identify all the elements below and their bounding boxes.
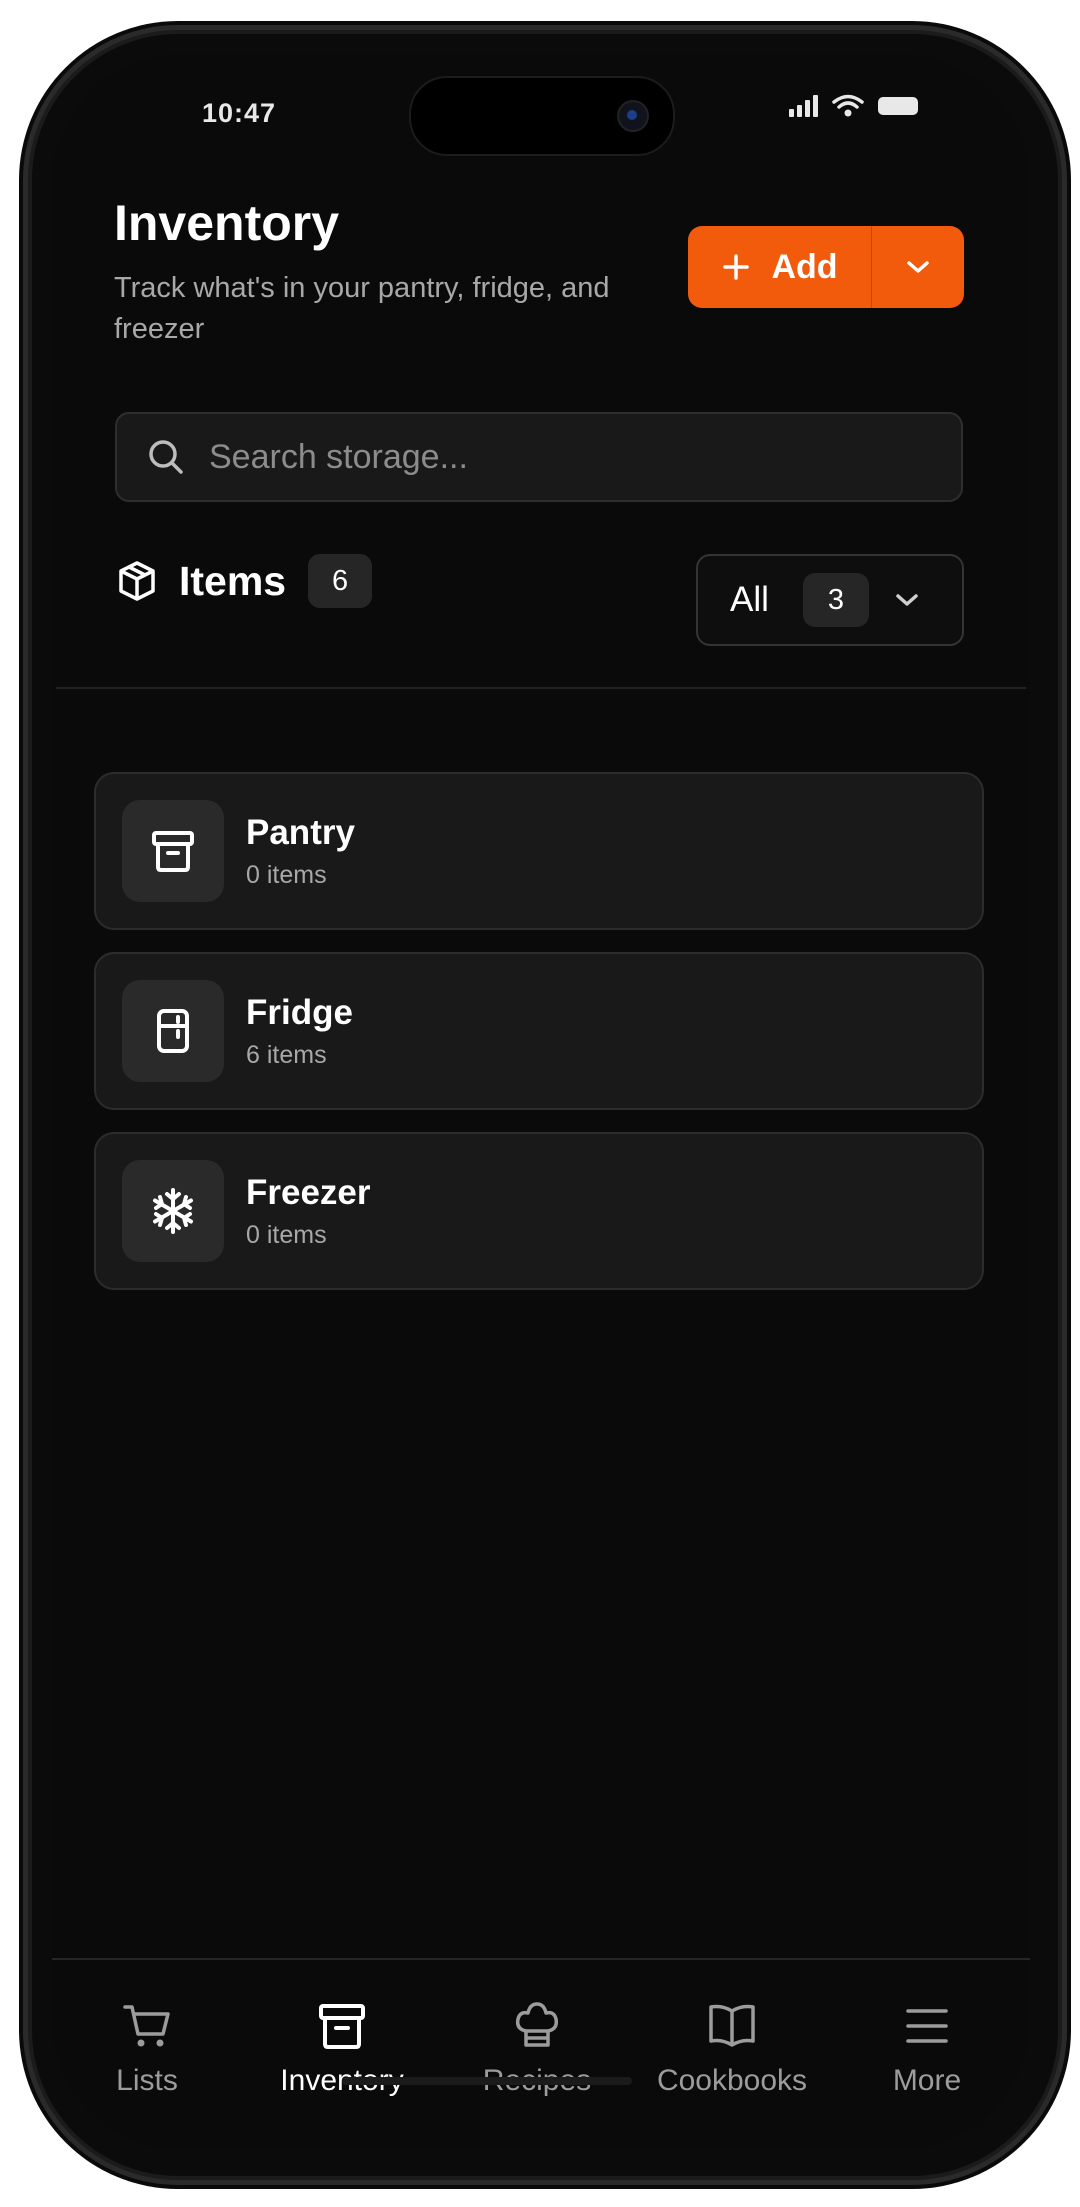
tab-more[interactable]: More — [832, 2000, 1022, 2098]
archive-box-icon — [319, 2004, 365, 2049]
search-input[interactable] — [207, 436, 831, 478]
tab-label: Lists — [116, 2064, 178, 2097]
add-split-button: Add — [688, 226, 964, 308]
page-title: Inventory — [114, 195, 340, 251]
wifi-icon — [832, 94, 864, 117]
camera-icon — [617, 100, 649, 132]
search-bar — [115, 412, 963, 502]
storage-card-fridge[interactable]: Fridge 6 items — [94, 952, 984, 1110]
tab-cookbooks[interactable]: Cookbooks — [637, 2000, 827, 2098]
home-indicator — [342, 2077, 632, 2085]
signal-icon — [789, 95, 818, 117]
status-icons — [789, 94, 918, 118]
fridge-icon — [122, 980, 224, 1082]
status-bar: 10:47 — [52, 54, 1030, 174]
storage-name: Freezer — [246, 1172, 371, 1212]
page-header: Inventory Track what's in your pantry, f… — [114, 194, 654, 350]
storage-card-freezer[interactable]: Freezer 0 items — [94, 1132, 984, 1290]
storage-list: Pantry 0 items Fridge 6 items Freezer 0 … — [94, 772, 984, 1312]
items-header: Items 6 — [115, 554, 373, 608]
chevron-down-icon — [907, 261, 929, 273]
section-divider — [56, 687, 1026, 689]
plus-icon — [723, 254, 750, 280]
storage-name: Pantry — [246, 812, 355, 852]
tab-label: More — [892, 2064, 962, 2097]
filter-selected-label: All — [730, 580, 769, 619]
menu-icon — [906, 2009, 948, 2043]
snowflake-icon — [122, 1160, 224, 1262]
storage-name: Fridge — [246, 992, 353, 1032]
page-subtitle: Track what's in your pantry, fridge, and… — [114, 272, 610, 345]
filter-count-badge: 3 — [802, 573, 869, 627]
tab-label: Cookbooks — [656, 2064, 808, 2097]
battery-icon — [878, 97, 918, 115]
status-time: 10:47 — [202, 98, 277, 128]
tab-lists[interactable]: Lists — [52, 2000, 242, 2098]
book-open-icon — [709, 2004, 755, 2047]
chevron-down-icon — [893, 591, 921, 609]
storage-filter-select[interactable]: All 3 — [696, 554, 964, 646]
storage-item-count: 6 items — [246, 1040, 327, 1069]
storage-card-pantry[interactable]: Pantry 0 items — [94, 772, 984, 930]
cart-icon — [123, 2005, 170, 2047]
add-options-button[interactable] — [872, 226, 964, 308]
package-icon — [119, 561, 155, 601]
archive-box-icon — [122, 800, 224, 902]
add-button[interactable]: Add — [688, 226, 871, 308]
bottom-tab-bar: Lists Inventory Recipes Cookbooks — [52, 1958, 1030, 2150]
add-button-label: Add — [771, 247, 838, 286]
items-label: Items — [179, 557, 287, 604]
chef-hat-icon — [515, 2002, 559, 2047]
app-screen: 10:47 Inventory Track what's in your pan… — [52, 54, 1030, 2150]
items-count-badge: 6 — [308, 554, 373, 608]
storage-item-count: 0 items — [246, 860, 327, 889]
search-icon — [147, 438, 185, 476]
storage-item-count: 0 items — [246, 1220, 327, 1249]
dynamic-island — [409, 76, 675, 156]
